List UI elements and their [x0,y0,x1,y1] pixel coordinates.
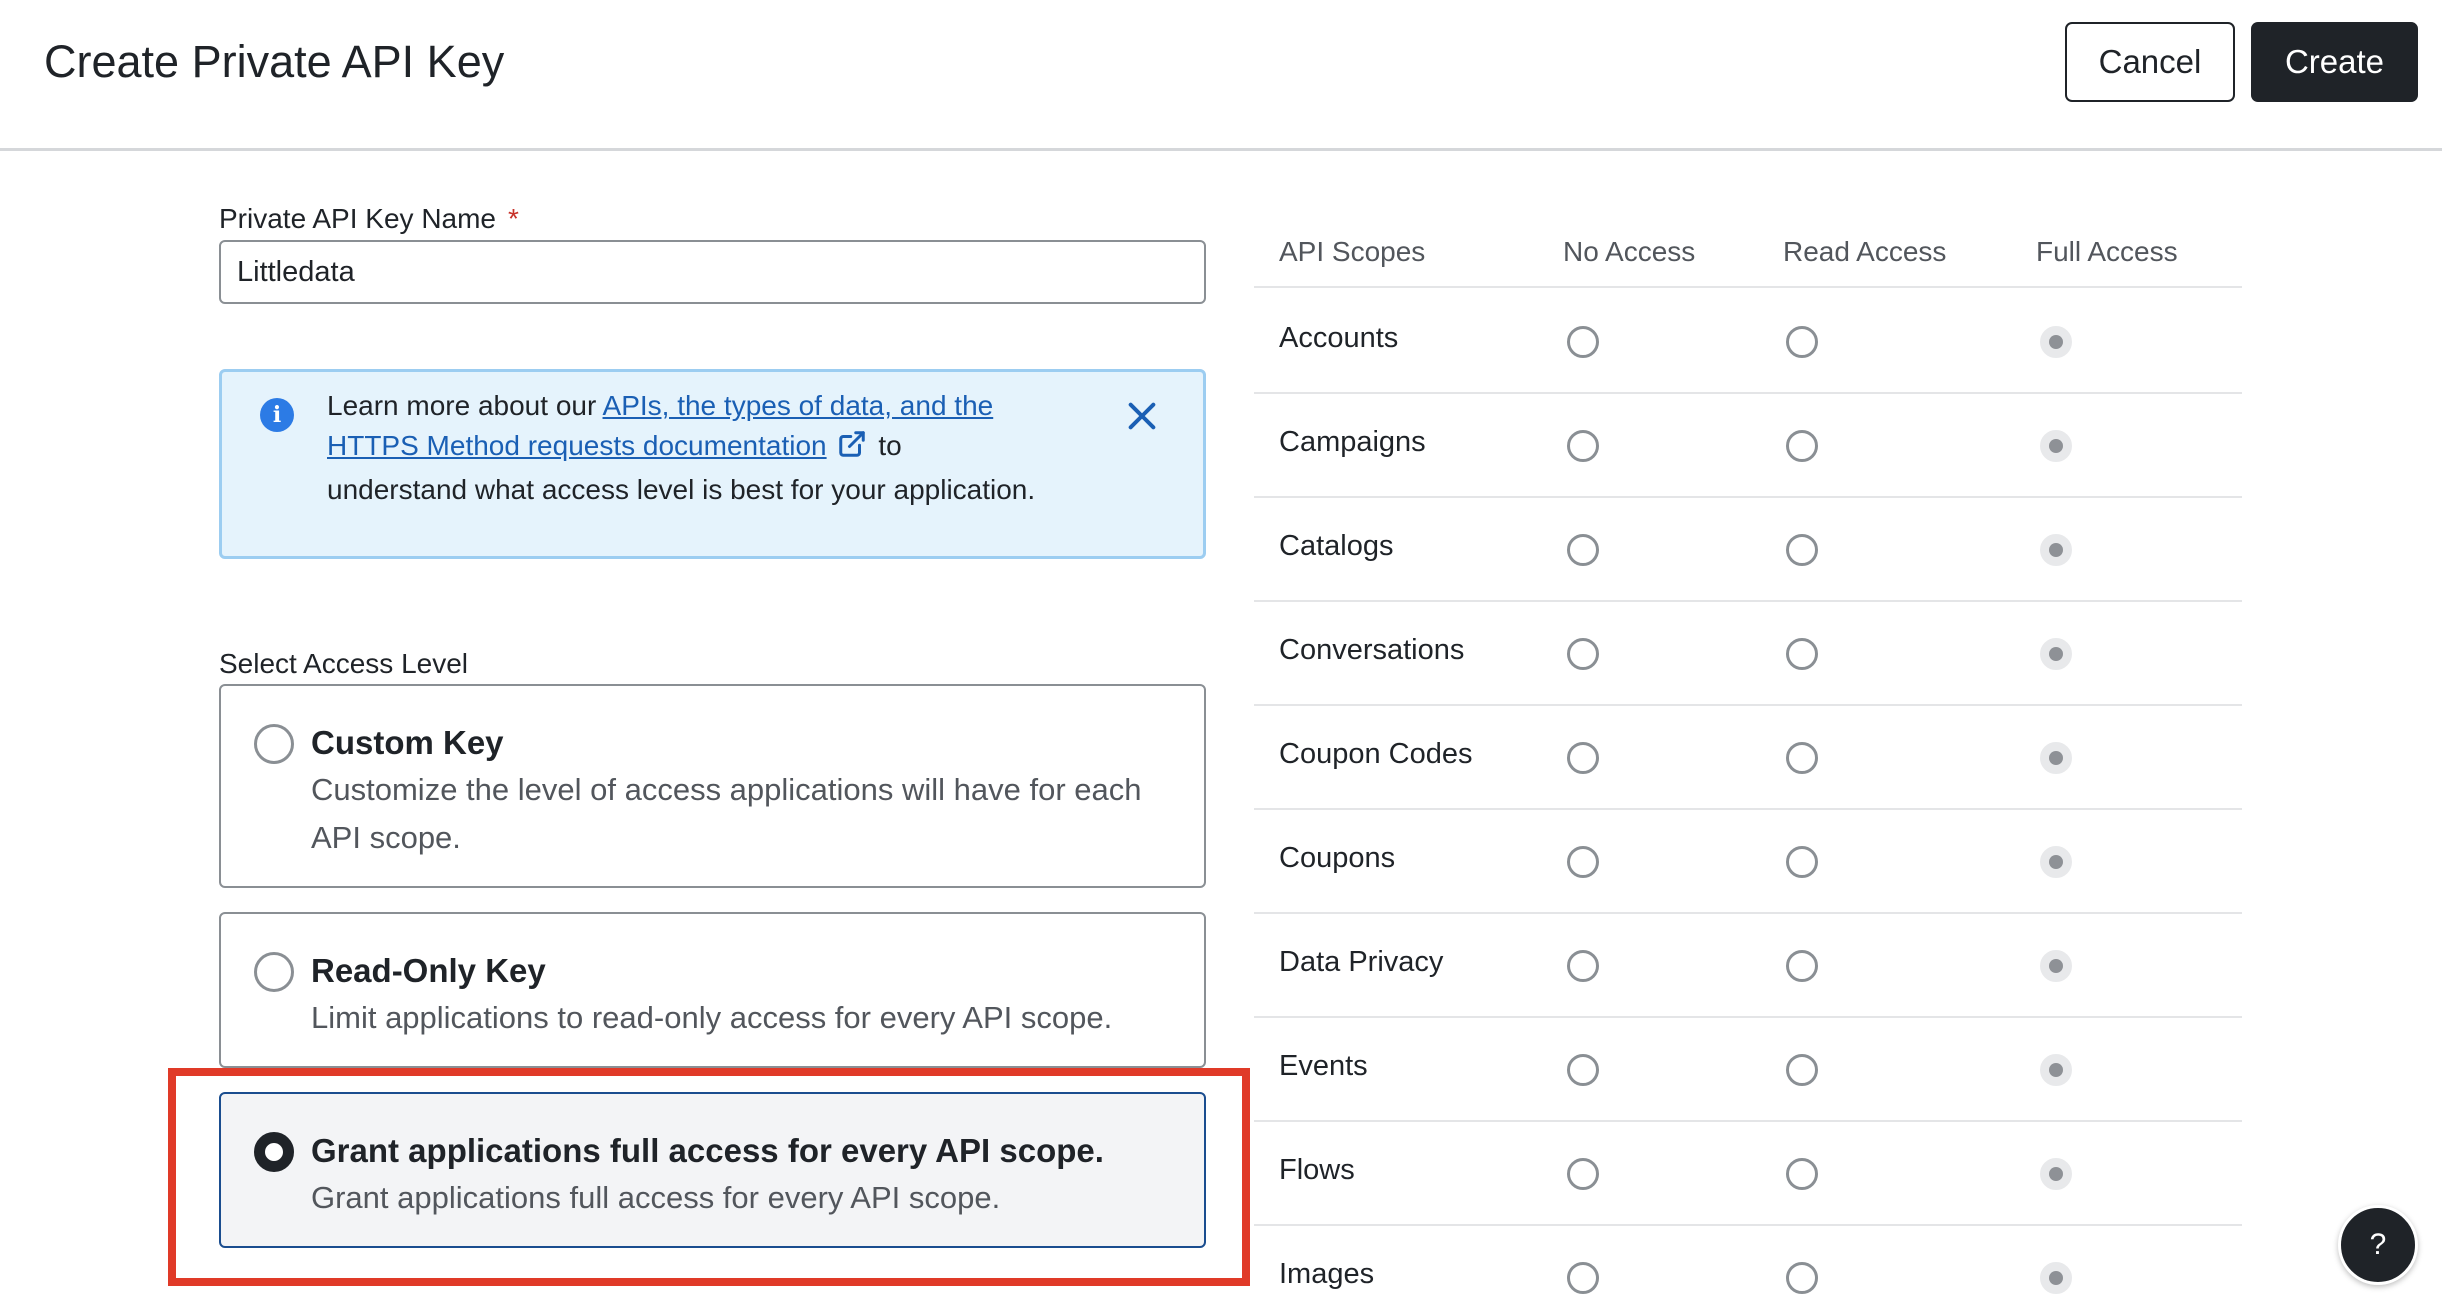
table-row: Accounts [1254,290,2242,394]
radio-read-access[interactable] [1786,534,1818,566]
scope-name: Flows [1279,1154,1355,1186]
radio-read-access[interactable] [1786,1054,1818,1086]
option-read-only-key[interactable]: Read-Only Key Limit applications to read… [219,912,1206,1068]
radio-no-access[interactable] [1567,326,1599,358]
scope-name: Catalogs [1279,530,1394,562]
radio-no-access[interactable] [1567,1262,1599,1294]
radio-full-access[interactable] [2040,430,2072,462]
radio-read-access[interactable] [1786,1262,1818,1294]
radio-no-access[interactable] [1567,846,1599,878]
key-name-input[interactable] [219,240,1206,304]
table-row: Images [1254,1226,2242,1314]
column-header-no-access: No Access [1563,236,1696,267]
column-header-full-access: Full Access [2036,236,2178,267]
radio-full-access[interactable] [2040,326,2072,358]
option-title: Read-Only Key [311,952,546,989]
page-header: Create Private API Key Cancel Create [0,0,2442,151]
key-name-label: Private API Key Name * [219,203,519,235]
radio-no-access[interactable] [1567,430,1599,462]
access-level-label: Select Access Level [219,648,469,679]
radio-no-access[interactable] [1567,950,1599,982]
table-row: Coupon Codes [1254,706,2242,810]
radio-full-access[interactable] [2040,1158,2072,1190]
info-text-before: Learn more about our [327,390,603,421]
radio-no-access[interactable] [1567,1158,1599,1190]
required-marker: * [508,203,519,234]
key-name-label-text: Private API Key Name [219,203,497,234]
option-description: Customize the level of access applicatio… [311,772,1142,855]
radio-read-access[interactable] [1786,846,1818,878]
radio-read-access[interactable] [1786,950,1818,982]
radio-no-access[interactable] [1567,534,1599,566]
table-row: Flows [1254,1122,2242,1226]
scope-name: Coupons [1279,842,1396,874]
help-button[interactable]: ? [2338,1205,2418,1285]
radio-read-access[interactable] [1786,638,1818,670]
cancel-button[interactable]: Cancel [2065,22,2235,102]
table-header: API Scopes No Access Read Access Full Ac… [1254,220,2242,288]
radio-full-access[interactable] [2040,534,2072,566]
column-header-read-access: Read Access [1783,236,1947,267]
radio-full-access[interactable] [2040,1262,2072,1294]
table-row: Events [1254,1018,2242,1122]
radio-no-access[interactable] [1567,1054,1599,1086]
radio-read-only-key[interactable] [254,952,294,992]
radio-no-access[interactable] [1567,638,1599,670]
external-link-icon[interactable] [837,429,867,470]
radio-full-access[interactable] [2040,846,2072,878]
radio-full-access[interactable] [2040,950,2072,982]
radio-full-access[interactable] [2040,742,2072,774]
table-row: Campaigns [1254,394,2242,498]
scope-name: Images [1279,1258,1375,1290]
scope-name: Accounts [1279,322,1399,354]
radio-no-access[interactable] [1567,742,1599,774]
close-icon[interactable] [1120,394,1164,438]
info-icon: i [260,398,294,432]
table-row: Coupons [1254,810,2242,914]
scope-name: Data Privacy [1279,946,1444,978]
radio-read-access[interactable] [1786,742,1818,774]
option-custom-key[interactable]: Custom Key Customize the level of access… [219,684,1206,888]
radio-read-access[interactable] [1786,1158,1818,1190]
radio-full-access[interactable] [2040,1054,2072,1086]
info-banner-text: Learn more about our APIs, the types of … [327,386,1047,510]
scope-name: Coupon Codes [1279,738,1473,770]
scope-name: Events [1279,1050,1368,1082]
scope-name: Conversations [1279,634,1465,666]
page-title: Create Private API Key [44,36,505,87]
radio-read-access[interactable] [1786,326,1818,358]
highlight-annotation [168,1068,1250,1286]
radio-full-access[interactable] [2040,638,2072,670]
radio-read-access[interactable] [1786,430,1818,462]
create-button[interactable]: Create [2251,22,2418,102]
radio-custom-key[interactable] [254,724,294,764]
option-title: Custom Key [311,724,504,761]
scope-name: Campaigns [1279,426,1426,458]
column-header-api-scopes: API Scopes [1279,236,1426,267]
info-banner: i Learn more about our APIs, the types o… [219,369,1206,559]
table-row: Conversations [1254,602,2242,706]
table-row: Catalogs [1254,498,2242,602]
option-description: Limit applications to read-only access f… [311,1000,1113,1035]
table-row: Data Privacy [1254,914,2242,1018]
